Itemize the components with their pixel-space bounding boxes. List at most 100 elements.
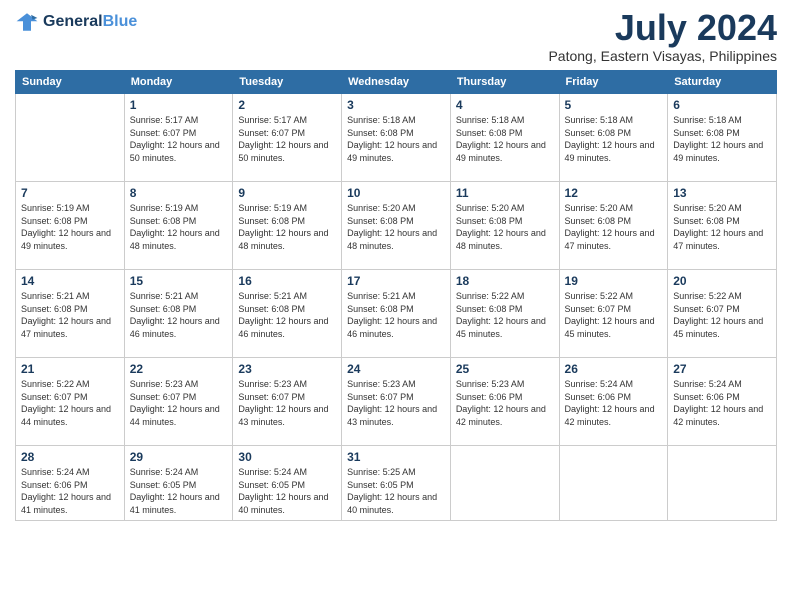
day-info: Sunrise: 5:21 AMSunset: 6:08 PMDaylight:… xyxy=(130,290,228,340)
day-number: 18 xyxy=(456,274,554,288)
day-number: 9 xyxy=(238,186,336,200)
calendar-cell: 8 Sunrise: 5:19 AMSunset: 6:08 PMDaylight… xyxy=(124,182,233,270)
day-number: 31 xyxy=(347,450,445,464)
calendar-cell: 16Sunrise: 5:21 AMSunset: 6:08 PMDayligh… xyxy=(233,270,342,358)
day-info: Sunrise: 5:24 AMSunset: 6:05 PMDaylight:… xyxy=(130,466,228,516)
calendar-cell: 31 Sunrise: 5:25 AMSunset: 6:05 PMDayligh… xyxy=(342,446,451,521)
calendar-cell xyxy=(668,446,777,521)
day-info: Sunrise: 5:20 AMSunset: 6:08 PMDaylight:… xyxy=(456,202,554,252)
day-number: 15 xyxy=(130,274,228,288)
location: Patong, Eastern Visayas, Philippines xyxy=(548,48,777,64)
calendar-cell: 30 Sunrise: 5:24 AMSunset: 6:05 PMDayligh… xyxy=(233,446,342,521)
calendar-cell: 28Sunrise: 5:24 AMSunset: 6:06 PMDayligh… xyxy=(16,446,125,521)
calendar-cell: 20 Sunrise: 5:22 AMSunset: 6:07 PMDayligh… xyxy=(668,270,777,358)
day-number: 7 xyxy=(21,186,119,200)
day-info: Sunrise: 5:18 AMSunset: 6:08 PMDaylight:… xyxy=(565,114,663,164)
day-info: Sunrise: 5:17 AMSunset: 6:07 PMDaylight:… xyxy=(130,114,228,164)
logo-icon xyxy=(15,10,39,34)
calendar-cell: 3 Sunrise: 5:18 AMSunset: 6:08 PMDaylight… xyxy=(342,94,451,182)
day-number: 20 xyxy=(673,274,771,288)
day-info: Sunrise: 5:22 AMSunset: 6:08 PMDaylight:… xyxy=(456,290,554,340)
calendar-cell: 11Sunrise: 5:20 AMSunset: 6:08 PMDayligh… xyxy=(450,182,559,270)
day-number: 8 xyxy=(130,186,228,200)
day-info: Sunrise: 5:24 AMSunset: 6:06 PMDaylight:… xyxy=(21,466,119,516)
header: GeneralBlue July 2024 Patong, Eastern Vi… xyxy=(15,10,777,64)
day-info: Sunrise: 5:18 AMSunset: 6:08 PMDaylight:… xyxy=(347,114,445,164)
calendar-cell: 9 Sunrise: 5:19 AMSunset: 6:08 PMDaylight… xyxy=(233,182,342,270)
calendar-cell: 24 Sunrise: 5:23 AMSunset: 6:07 PMDayligh… xyxy=(342,358,451,446)
day-number: 30 xyxy=(238,450,336,464)
day-number: 21 xyxy=(21,362,119,376)
header-sunday: Sunday xyxy=(16,71,125,94)
week-row-2: 7 Sunrise: 5:19 AMSunset: 6:08 PMDaylight… xyxy=(16,182,777,270)
day-info: Sunrise: 5:23 AMSunset: 6:07 PMDaylight:… xyxy=(347,378,445,428)
day-number: 1 xyxy=(130,98,228,112)
calendar-cell: 1 Sunrise: 5:17 AMSunset: 6:07 PMDaylight… xyxy=(124,94,233,182)
day-info: Sunrise: 5:21 AMSunset: 6:08 PMDaylight:… xyxy=(238,290,336,340)
logo: GeneralBlue xyxy=(15,10,137,34)
day-info: Sunrise: 5:22 AMSunset: 6:07 PMDaylight:… xyxy=(673,290,771,340)
day-number: 27 xyxy=(673,362,771,376)
day-number: 13 xyxy=(673,186,771,200)
calendar-cell: 27Sunrise: 5:24 AMSunset: 6:06 PMDayligh… xyxy=(668,358,777,446)
day-info: Sunrise: 5:19 AMSunset: 6:08 PMDaylight:… xyxy=(238,202,336,252)
day-info: Sunrise: 5:24 AMSunset: 6:05 PMDaylight:… xyxy=(238,466,336,516)
day-number: 22 xyxy=(130,362,228,376)
week-row-5: 28Sunrise: 5:24 AMSunset: 6:06 PMDayligh… xyxy=(16,446,777,521)
calendar-cell xyxy=(16,94,125,182)
calendar-cell: 2 Sunrise: 5:17 AMSunset: 6:07 PMDaylight… xyxy=(233,94,342,182)
logo-text: GeneralBlue xyxy=(43,13,137,31)
day-info: Sunrise: 5:21 AMSunset: 6:08 PMDaylight:… xyxy=(347,290,445,340)
header-tuesday: Tuesday xyxy=(233,71,342,94)
day-info: Sunrise: 5:19 AMSunset: 6:08 PMDaylight:… xyxy=(21,202,119,252)
day-number: 17 xyxy=(347,274,445,288)
calendar-cell: 21Sunrise: 5:22 AMSunset: 6:07 PMDayligh… xyxy=(16,358,125,446)
calendar-cell: 12 Sunrise: 5:20 AMSunset: 6:08 PMDayligh… xyxy=(559,182,668,270)
calendar-cell: 22Sunrise: 5:23 AMSunset: 6:07 PMDayligh… xyxy=(124,358,233,446)
page: GeneralBlue July 2024 Patong, Eastern Vi… xyxy=(0,0,792,612)
day-info: Sunrise: 5:24 AMSunset: 6:06 PMDaylight:… xyxy=(565,378,663,428)
day-number: 29 xyxy=(130,450,228,464)
day-info: Sunrise: 5:20 AMSunset: 6:08 PMDaylight:… xyxy=(673,202,771,252)
day-info: Sunrise: 5:17 AMSunset: 6:07 PMDaylight:… xyxy=(238,114,336,164)
calendar-cell: 25 Sunrise: 5:23 AMSunset: 6:06 PMDayligh… xyxy=(450,358,559,446)
day-number: 23 xyxy=(238,362,336,376)
day-info: Sunrise: 5:19 AMSunset: 6:08 PMDaylight:… xyxy=(130,202,228,252)
week-row-3: 14 Sunrise: 5:21 AMSunset: 6:08 PMDayligh… xyxy=(16,270,777,358)
calendar-table: Sunday Monday Tuesday Wednesday Thursday… xyxy=(15,70,777,521)
calendar-cell: 18 Sunrise: 5:22 AMSunset: 6:08 PMDayligh… xyxy=(450,270,559,358)
day-info: Sunrise: 5:18 AMSunset: 6:08 PMDaylight:… xyxy=(673,114,771,164)
day-number: 24 xyxy=(347,362,445,376)
month-title: July 2024 xyxy=(548,10,777,46)
calendar-cell: 13 Sunrise: 5:20 AMSunset: 6:08 PMDayligh… xyxy=(668,182,777,270)
calendar-cell: 15 Sunrise: 5:21 AMSunset: 6:08 PMDayligh… xyxy=(124,270,233,358)
calendar-cell: 5 Sunrise: 5:18 AMSunset: 6:08 PMDaylight… xyxy=(559,94,668,182)
calendar-cell: 14Sunrise: 5:21 AMSunset: 6:08 PMDayligh… xyxy=(16,270,125,358)
day-info: Sunrise: 5:23 AMSunset: 6:07 PMDaylight:… xyxy=(238,378,336,428)
title-section: July 2024 Patong, Eastern Visayas, Phili… xyxy=(548,10,777,64)
day-number: 2 xyxy=(238,98,336,112)
day-number: 19 xyxy=(565,274,663,288)
day-number: 25 xyxy=(456,362,554,376)
day-info: Sunrise: 5:20 AMSunset: 6:08 PMDaylight:… xyxy=(565,202,663,252)
day-number: 3 xyxy=(347,98,445,112)
day-number: 14 xyxy=(21,274,119,288)
day-info: Sunrise: 5:25 AMSunset: 6:05 PMDaylight:… xyxy=(347,466,445,516)
day-number: 12 xyxy=(565,186,663,200)
week-row-4: 21Sunrise: 5:22 AMSunset: 6:07 PMDayligh… xyxy=(16,358,777,446)
calendar-cell: 4 Sunrise: 5:18 AMSunset: 6:08 PMDaylight… xyxy=(450,94,559,182)
calendar-cell: 17 Sunrise: 5:21 AMSunset: 6:08 PMDayligh… xyxy=(342,270,451,358)
weekday-header-row: Sunday Monday Tuesday Wednesday Thursday… xyxy=(16,71,777,94)
calendar-cell xyxy=(450,446,559,521)
day-info: Sunrise: 5:18 AMSunset: 6:08 PMDaylight:… xyxy=(456,114,554,164)
day-info: Sunrise: 5:20 AMSunset: 6:08 PMDaylight:… xyxy=(347,202,445,252)
calendar-cell: 7 Sunrise: 5:19 AMSunset: 6:08 PMDaylight… xyxy=(16,182,125,270)
day-number: 5 xyxy=(565,98,663,112)
calendar-cell: 6Sunrise: 5:18 AMSunset: 6:08 PMDaylight… xyxy=(668,94,777,182)
week-row-1: 1 Sunrise: 5:17 AMSunset: 6:07 PMDaylight… xyxy=(16,94,777,182)
day-info: Sunrise: 5:23 AMSunset: 6:06 PMDaylight:… xyxy=(456,378,554,428)
day-number: 4 xyxy=(456,98,554,112)
header-saturday: Saturday xyxy=(668,71,777,94)
header-thursday: Thursday xyxy=(450,71,559,94)
header-wednesday: Wednesday xyxy=(342,71,451,94)
